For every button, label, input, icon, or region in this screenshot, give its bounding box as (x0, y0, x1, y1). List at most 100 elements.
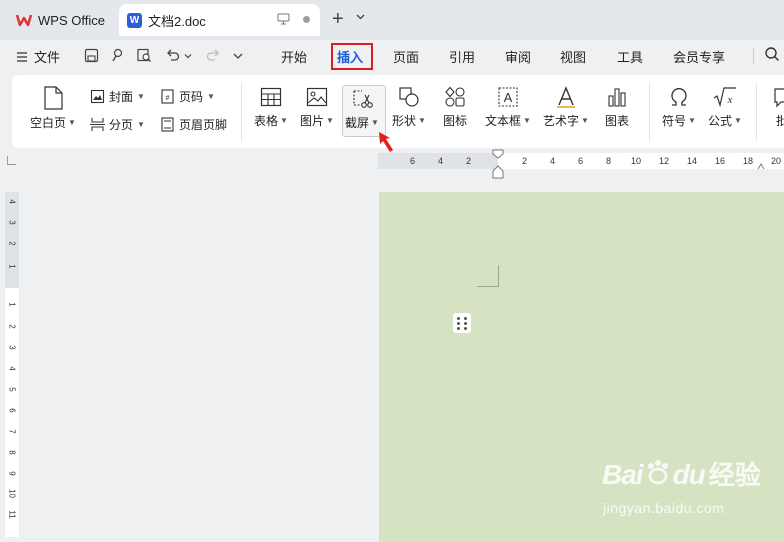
icon-label: 图标 (443, 114, 468, 128)
ruler-tick-label: 4 (550, 156, 556, 166)
word-doc-icon: W (127, 12, 142, 28)
header-footer-button[interactable]: 页眉页脚 (160, 116, 227, 133)
chevron-down-icon: ▼ (581, 116, 589, 125)
omega-icon (671, 88, 687, 106)
more-chevron-icon[interactable] (233, 52, 243, 60)
shape-icon (399, 87, 419, 107)
ruler-tick-label: 3 (7, 345, 17, 350)
picture-label: 图片 (300, 114, 325, 128)
textbox-button[interactable]: A 文本框 ▼ (485, 86, 531, 129)
new-tab-button[interactable]: + (332, 8, 344, 30)
save-icon[interactable] (84, 48, 99, 63)
svg-text:A: A (504, 90, 513, 105)
formula-button[interactable]: x 公式 ▼ (708, 86, 742, 129)
wps-home-tab[interactable]: WPS Office (6, 6, 112, 34)
ribbon-divider (756, 83, 757, 141)
chart-button[interactable]: 图表 (605, 86, 629, 129)
table-icon (260, 87, 282, 107)
ruler-tick-label: 2 (7, 324, 17, 329)
wordart-icon (556, 86, 575, 108)
shape-label: 形状 (392, 114, 417, 128)
textbox-icon: A (498, 87, 518, 107)
drag-handle-icon[interactable] (453, 313, 471, 333)
menu-bar: 文件 开始 插入 页面 引用 审阅 视图 工具 会员专享 (0, 40, 784, 74)
wordart-button[interactable]: 艺术字 ▼ (543, 86, 589, 129)
chevron-down-icon: ▼ (688, 116, 696, 125)
tab-tools[interactable]: 工具 (617, 47, 643, 66)
ruler-tick-label: 2 (522, 156, 528, 166)
page-break-button[interactable]: 分页 ▼ (90, 116, 145, 133)
ruler-corner-icon[interactable] (7, 156, 16, 165)
ruler-tick-label: 3 (7, 220, 17, 225)
tab-member[interactable]: 会员专享 (673, 47, 725, 66)
redo-icon[interactable] (206, 48, 220, 62)
scissors-icon (353, 90, 373, 108)
ruler-tick-label: 1 (7, 302, 17, 307)
file-menu[interactable]: 文件 (16, 47, 60, 66)
watermark-url: jingyan.baidu.com (603, 500, 725, 516)
tab-view[interactable]: 视图 (560, 47, 586, 66)
format-painter-icon[interactable] (110, 48, 125, 63)
page-break-icon (90, 118, 105, 131)
blank-page-label: 空白页 (30, 116, 67, 130)
ruler-tick-label: 9 (7, 471, 17, 476)
blank-page-button[interactable]: 空白页 ▼ (30, 86, 76, 131)
page-number-label: 页码 (179, 90, 204, 104)
ruler-tick-label: 6 (410, 156, 416, 166)
screenshot-button[interactable]: 截屏 ▼ (345, 88, 379, 131)
search-icon[interactable] (764, 46, 780, 62)
tab-review[interactable]: 审阅 (505, 47, 531, 66)
ruler-tick-label: 18 (743, 156, 754, 166)
picture-button[interactable]: 图片 ▼ (300, 86, 334, 129)
svg-text:#: # (166, 95, 170, 102)
wps-home-label: WPS Office (38, 12, 105, 28)
annotation-button[interactable]: 批 (771, 86, 784, 129)
ruler-tick-label: 16 (715, 156, 726, 166)
text-margin-corner (477, 265, 499, 287)
chevron-down-icon: ▼ (207, 92, 215, 101)
print-preview-icon[interactable] (136, 48, 152, 63)
undo-icon[interactable] (166, 48, 180, 62)
chevron-down-icon: ▼ (371, 118, 379, 127)
page-number-icon: # (161, 89, 174, 104)
ruler-tick-label: 6 (578, 156, 584, 166)
icon-button[interactable]: 图标 (443, 86, 467, 129)
right-indent-marker-icon[interactable] (757, 163, 765, 170)
undo-dropdown-icon[interactable] (184, 52, 192, 60)
comment-icon (774, 88, 784, 108)
bar-chart-icon (608, 88, 626, 107)
ruler-tick-label: 6 (7, 408, 17, 413)
paw-icon (647, 460, 668, 485)
ruler-tick-label: 4 (438, 156, 444, 166)
cover-button[interactable]: 封面 ▼ (90, 88, 145, 105)
baidu-jingyan-watermark: Bai du 经验 (602, 455, 761, 492)
unsaved-dot-icon[interactable] (303, 16, 310, 23)
picture-icon (306, 87, 328, 107)
ruler-tick-label: 7 (7, 429, 17, 434)
indent-marker-icon[interactable] (492, 149, 504, 179)
watermark-cn-text: 经验 (708, 460, 761, 490)
hamburger-icon (17, 51, 27, 62)
ruler-tick-label: 8 (606, 156, 612, 166)
ruler-tick-label: 2 (466, 156, 472, 166)
symbol-label: 符号 (662, 114, 687, 128)
tab-start[interactable]: 开始 (281, 47, 307, 66)
document-tab[interactable]: W 文档2.doc (119, 4, 320, 36)
screenshot-label: 截屏 (345, 116, 370, 130)
cover-icon (90, 89, 105, 104)
table-button[interactable]: 表格 ▼ (254, 86, 288, 129)
page-number-button[interactable]: # 页码 ▼ (160, 88, 215, 105)
table-label: 表格 (254, 114, 279, 128)
tab-references[interactable]: 引用 (449, 47, 475, 66)
chevron-down-icon: ▼ (326, 116, 334, 125)
monitor-icon[interactable] (277, 13, 290, 25)
menu-divider (753, 48, 754, 64)
shape-button[interactable]: 形状 ▼ (392, 86, 426, 129)
header-footer-label: 页眉页脚 (179, 118, 228, 132)
watermark-logo-du: du (672, 459, 706, 490)
ribbon-divider (649, 83, 650, 141)
chevron-down-icon[interactable] (356, 12, 365, 21)
tab-page[interactable]: 页面 (393, 47, 419, 66)
ruler-tick-label: 5 (7, 387, 17, 392)
symbol-button[interactable]: 符号 ▼ (662, 86, 696, 129)
